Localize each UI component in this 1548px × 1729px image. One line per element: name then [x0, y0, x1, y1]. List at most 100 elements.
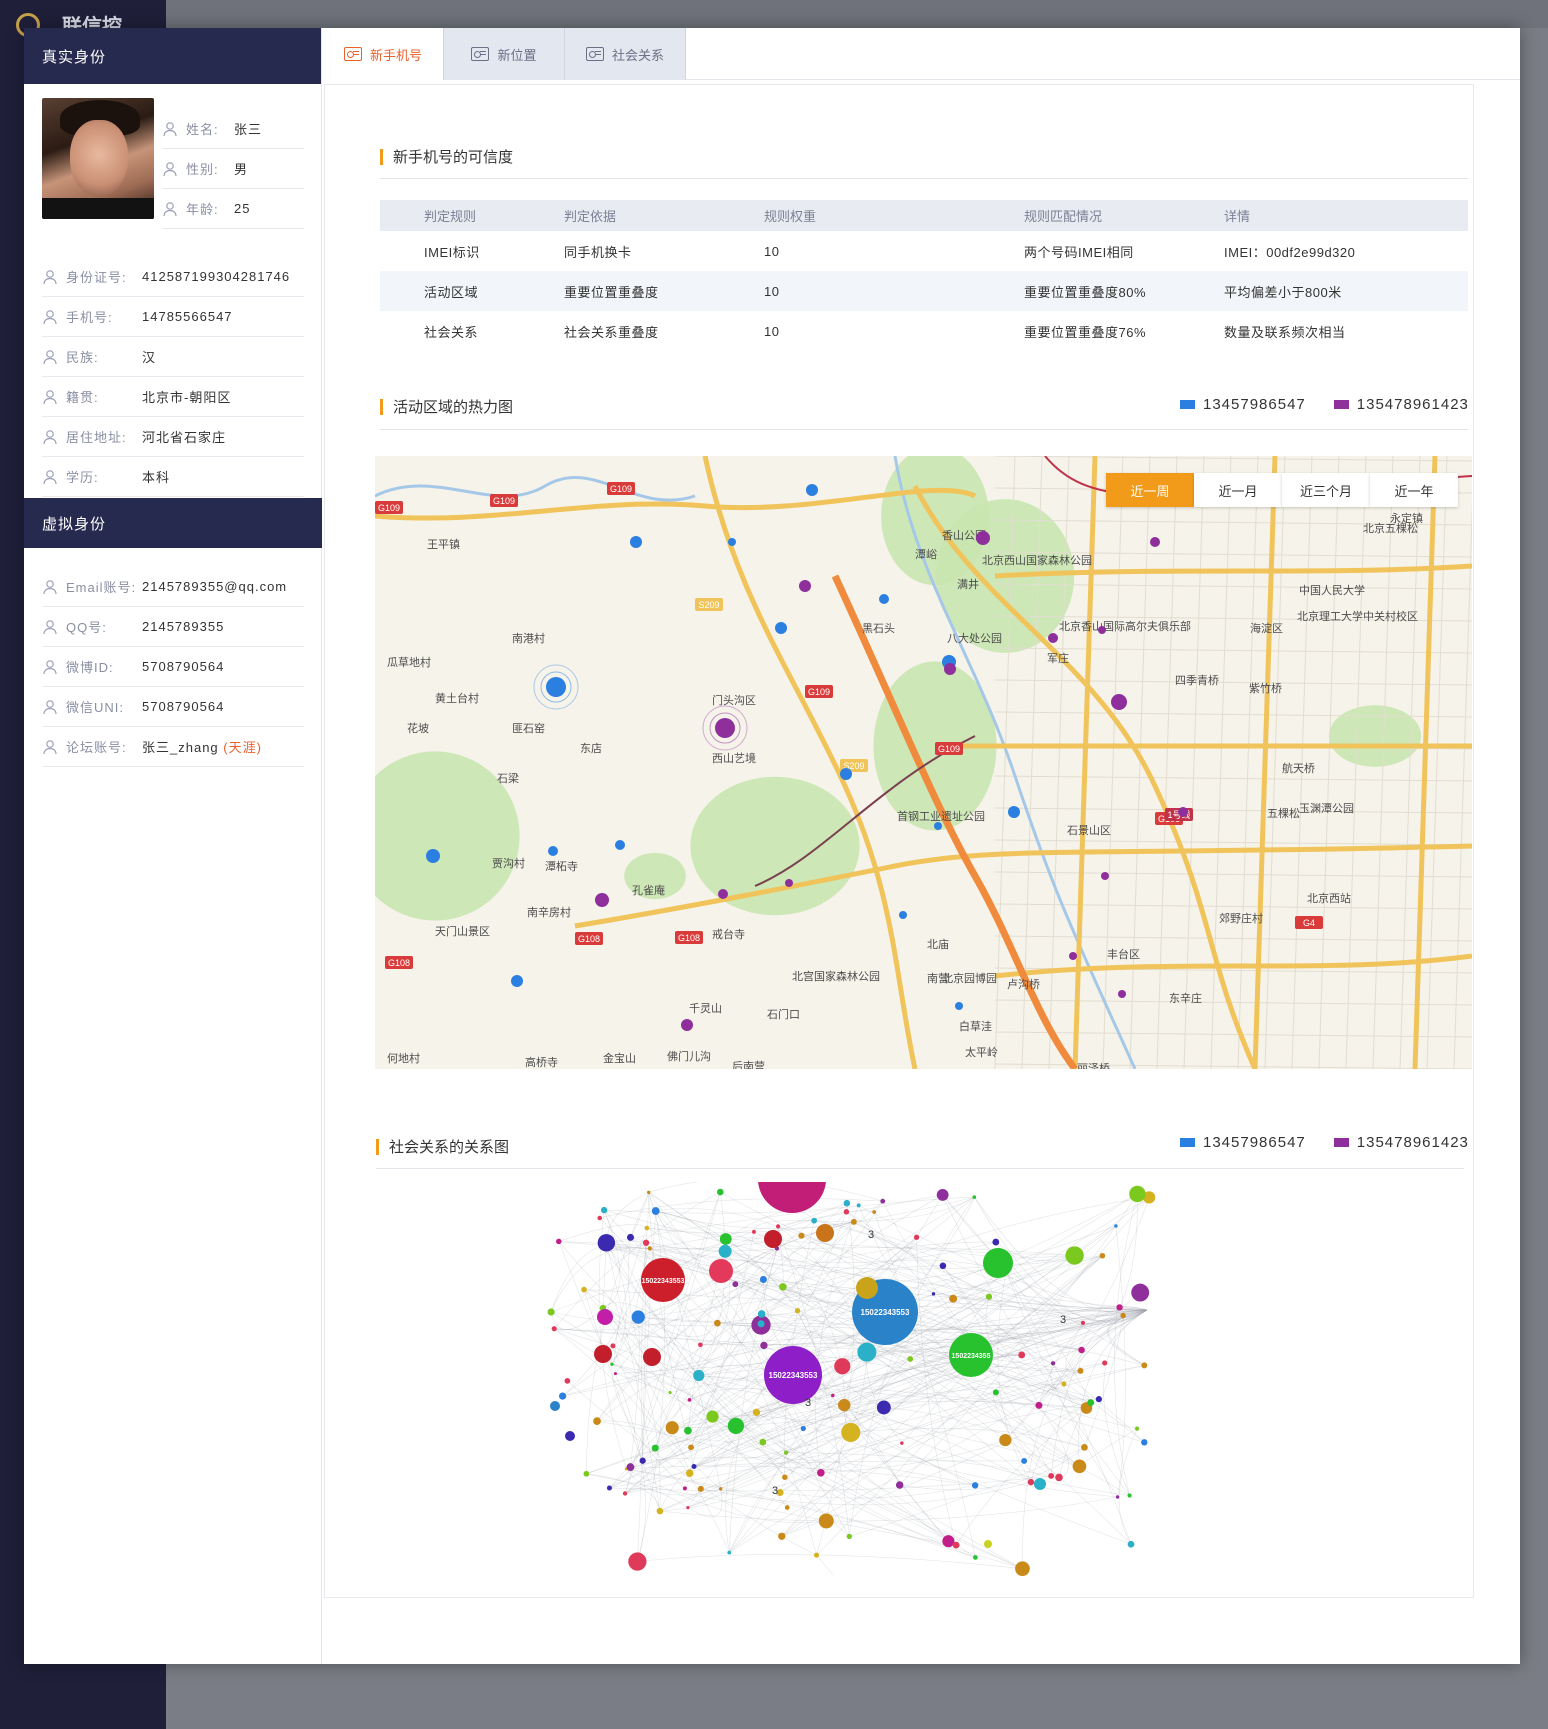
graph-node[interactable]	[1081, 1444, 1088, 1451]
graph-node[interactable]	[1087, 1399, 1095, 1406]
graph-node[interactable]	[831, 1393, 835, 1398]
graph-node[interactable]	[556, 1238, 562, 1245]
graph-node[interactable]	[952, 1541, 960, 1549]
graph-node[interactable]	[644, 1225, 650, 1231]
graph-node[interactable]	[1102, 1360, 1108, 1366]
period-month-button[interactable]: 近一月	[1194, 473, 1282, 507]
tab-social-relation[interactable]: 社会关系	[565, 28, 686, 80]
graph-node[interactable]	[706, 1410, 719, 1423]
graph-node[interactable]	[784, 1505, 790, 1510]
graph-node[interactable]	[942, 1535, 955, 1548]
graph-node[interactable]	[757, 1310, 766, 1318]
activity-point[interactable]	[728, 538, 736, 546]
graph-node[interactable]	[776, 1224, 781, 1229]
graph-node[interactable]	[759, 1276, 767, 1283]
graph-hub-node[interactable]	[856, 1277, 878, 1299]
relation-graph[interactable]: 15022343553 15022343553 15022343553 1502234…	[510, 1145, 1230, 1582]
graph-node[interactable]	[714, 1319, 721, 1327]
graph-node[interactable]	[719, 1233, 732, 1245]
graph-node[interactable]	[1127, 1493, 1132, 1498]
graph-node[interactable]	[1077, 1367, 1084, 1374]
graph-hub-node[interactable]	[550, 1401, 560, 1411]
graph-hub-node[interactable]	[594, 1345, 612, 1363]
graph-node[interactable]	[682, 1486, 687, 1491]
graph-node[interactable]	[1134, 1426, 1140, 1431]
graph-node[interactable]	[752, 1229, 756, 1234]
graph-node[interactable]	[668, 1390, 672, 1395]
activity-point[interactable]	[1150, 537, 1160, 547]
period-3months-button[interactable]: 近三个月	[1282, 473, 1370, 507]
graph-node[interactable]	[1129, 1185, 1146, 1203]
graph-node[interactable]	[600, 1206, 608, 1214]
graph-node[interactable]	[846, 1533, 852, 1540]
activity-point[interactable]	[511, 975, 523, 987]
graph-node[interactable]	[716, 1188, 724, 1196]
graph-node[interactable]	[759, 1438, 767, 1446]
graph-node[interactable]	[838, 1398, 851, 1412]
graph-node[interactable]	[818, 1513, 834, 1529]
graph-node[interactable]	[613, 1372, 617, 1376]
graph-node[interactable]	[606, 1485, 612, 1491]
legend-item[interactable]: 135478961423	[1333, 396, 1469, 413]
graph-node[interactable]	[971, 1482, 979, 1489]
activity-point[interactable]	[785, 879, 793, 887]
graph-node[interactable]	[687, 1397, 692, 1402]
graph-node[interactable]	[693, 1369, 705, 1382]
graph-node[interactable]	[992, 1389, 999, 1396]
period-year-button[interactable]: 近一年	[1370, 473, 1458, 507]
graph-node[interactable]	[949, 1294, 958, 1303]
graph-node[interactable]	[811, 1217, 818, 1224]
graph-node[interactable]	[1120, 1312, 1126, 1319]
graph-node[interactable]	[913, 1234, 920, 1240]
graph-node[interactable]	[727, 1417, 745, 1435]
graph-node[interactable]	[1035, 1401, 1043, 1409]
graph-node[interactable]	[1115, 1495, 1120, 1499]
activity-point[interactable]	[548, 846, 558, 856]
graph-node[interactable]	[718, 1244, 732, 1258]
graph-node[interactable]	[778, 1532, 786, 1540]
legend-item[interactable]: 13457986547	[1180, 1134, 1306, 1151]
graph-node[interactable]	[850, 1218, 857, 1225]
graph-node[interactable]	[1065, 1246, 1084, 1265]
activity-point[interactable]	[681, 1019, 693, 1031]
graph-node[interactable]	[698, 1342, 703, 1348]
graph-node[interactable]	[1131, 1283, 1150, 1302]
graph-node[interactable]	[651, 1444, 659, 1452]
graph-node[interactable]	[642, 1239, 650, 1246]
graph-node[interactable]	[939, 1262, 947, 1270]
graph-node[interactable]	[1095, 1396, 1102, 1403]
graph-node[interactable]	[1141, 1439, 1148, 1446]
graph-node[interactable]	[597, 1234, 616, 1252]
graph-node[interactable]	[783, 1450, 789, 1455]
activity-point[interactable]	[775, 622, 787, 634]
graph-node[interactable]	[876, 1400, 891, 1415]
graph-node[interactable]	[817, 1468, 825, 1477]
graph-node[interactable]	[1127, 1540, 1135, 1548]
graph-node[interactable]	[1061, 1381, 1067, 1387]
legend-item[interactable]: 135478961423	[1333, 1134, 1469, 1151]
graph-node[interactable]	[697, 1485, 704, 1492]
graph-node[interactable]	[626, 1233, 635, 1241]
activity-point[interactable]	[630, 536, 642, 548]
graph-node[interactable]	[718, 1487, 723, 1491]
activity-point[interactable]	[840, 768, 852, 780]
graph-node[interactable]	[651, 1207, 660, 1215]
activity-point[interactable]	[879, 594, 889, 604]
graph-node[interactable]	[558, 1392, 567, 1400]
graph-node[interactable]	[551, 1326, 557, 1332]
activity-point[interactable]	[955, 1002, 963, 1010]
activity-point[interactable]	[1178, 807, 1188, 817]
graph-hub-node[interactable]	[565, 1431, 575, 1441]
graph-node[interactable]	[985, 1293, 993, 1300]
graph-hub-node[interactable]	[816, 1224, 834, 1242]
graph-node[interactable]	[1027, 1478, 1035, 1486]
activity-point[interactable]	[944, 663, 956, 675]
period-week-button[interactable]: 近一周	[1106, 473, 1194, 507]
graph-node[interactable]	[813, 1552, 820, 1558]
graph-node[interactable]	[800, 1425, 806, 1432]
activity-point[interactable]	[799, 580, 811, 592]
activity-point[interactable]	[1008, 806, 1020, 818]
legend-item[interactable]: 13457986547	[1180, 396, 1306, 413]
activity-point[interactable]	[934, 822, 942, 830]
graph-node[interactable]	[631, 1310, 645, 1324]
